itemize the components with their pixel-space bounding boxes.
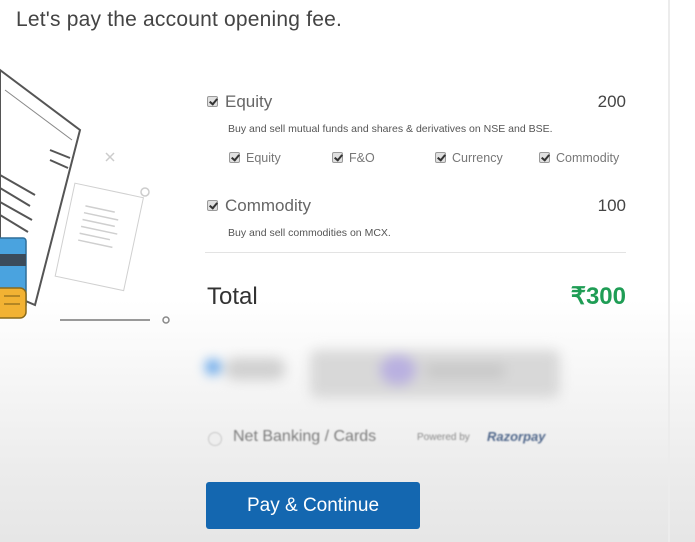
checkbox-checked-icon[interactable] [207,200,218,211]
radio-icon[interactable] [208,432,222,446]
segment-amount: 200 [597,92,626,111]
checkbox-checked-icon[interactable] [207,96,218,107]
segment-title: Equity [225,92,273,111]
razorpay-logo: Razorpay [487,429,546,444]
circle-decoration [140,187,150,197]
circle-decoration-small [162,316,170,324]
checkbox-checked-icon[interactable] [332,152,343,163]
segment-title: Commodity [225,196,311,215]
segment-equity: Equity 200 Buy and sell mutual funds and… [205,92,626,135]
sparkle-decoration [105,152,115,162]
checkbox-checked-icon[interactable] [539,152,550,163]
pay-continue-button[interactable]: Pay & Continue [206,482,420,529]
payment-method-option[interactable]: Net Banking / Cards Powered by Razorpay [205,428,625,450]
segment-commodity-header: Commodity 100 [205,196,626,220]
sub-option-label: Currency [452,151,503,165]
sub-option-label: F&O [349,151,375,165]
checkbox-checked-icon[interactable] [435,152,446,163]
payment-options-blurred[interactable] [200,340,570,410]
hand-icon [0,287,27,319]
payment-method-label: Net Banking / Cards [233,428,377,445]
sub-option-label: Commodity [556,151,620,165]
segment-description: Buy and sell commodities on MCX. [228,227,391,239]
total-label: Total [207,283,258,310]
segment-equity-header: Equity 200 [205,92,626,116]
page-title: Let's pay the account opening fee. [16,8,343,31]
segment-commodity: Commodity 100 Buy and sell commodities o… [205,196,626,239]
document-illustration [0,68,170,324]
total-amount: ₹300 [570,283,626,310]
panel-divider [668,0,670,542]
powered-by-text: Powered by [417,432,470,443]
segment-description: Buy and sell mutual funds and shares & d… [228,123,553,135]
checkbox-checked-icon[interactable] [229,152,240,163]
total-divider [205,252,626,253]
document-back [54,182,144,292]
segment-amount: 100 [597,196,626,215]
sub-option-label: Equity [246,151,281,165]
